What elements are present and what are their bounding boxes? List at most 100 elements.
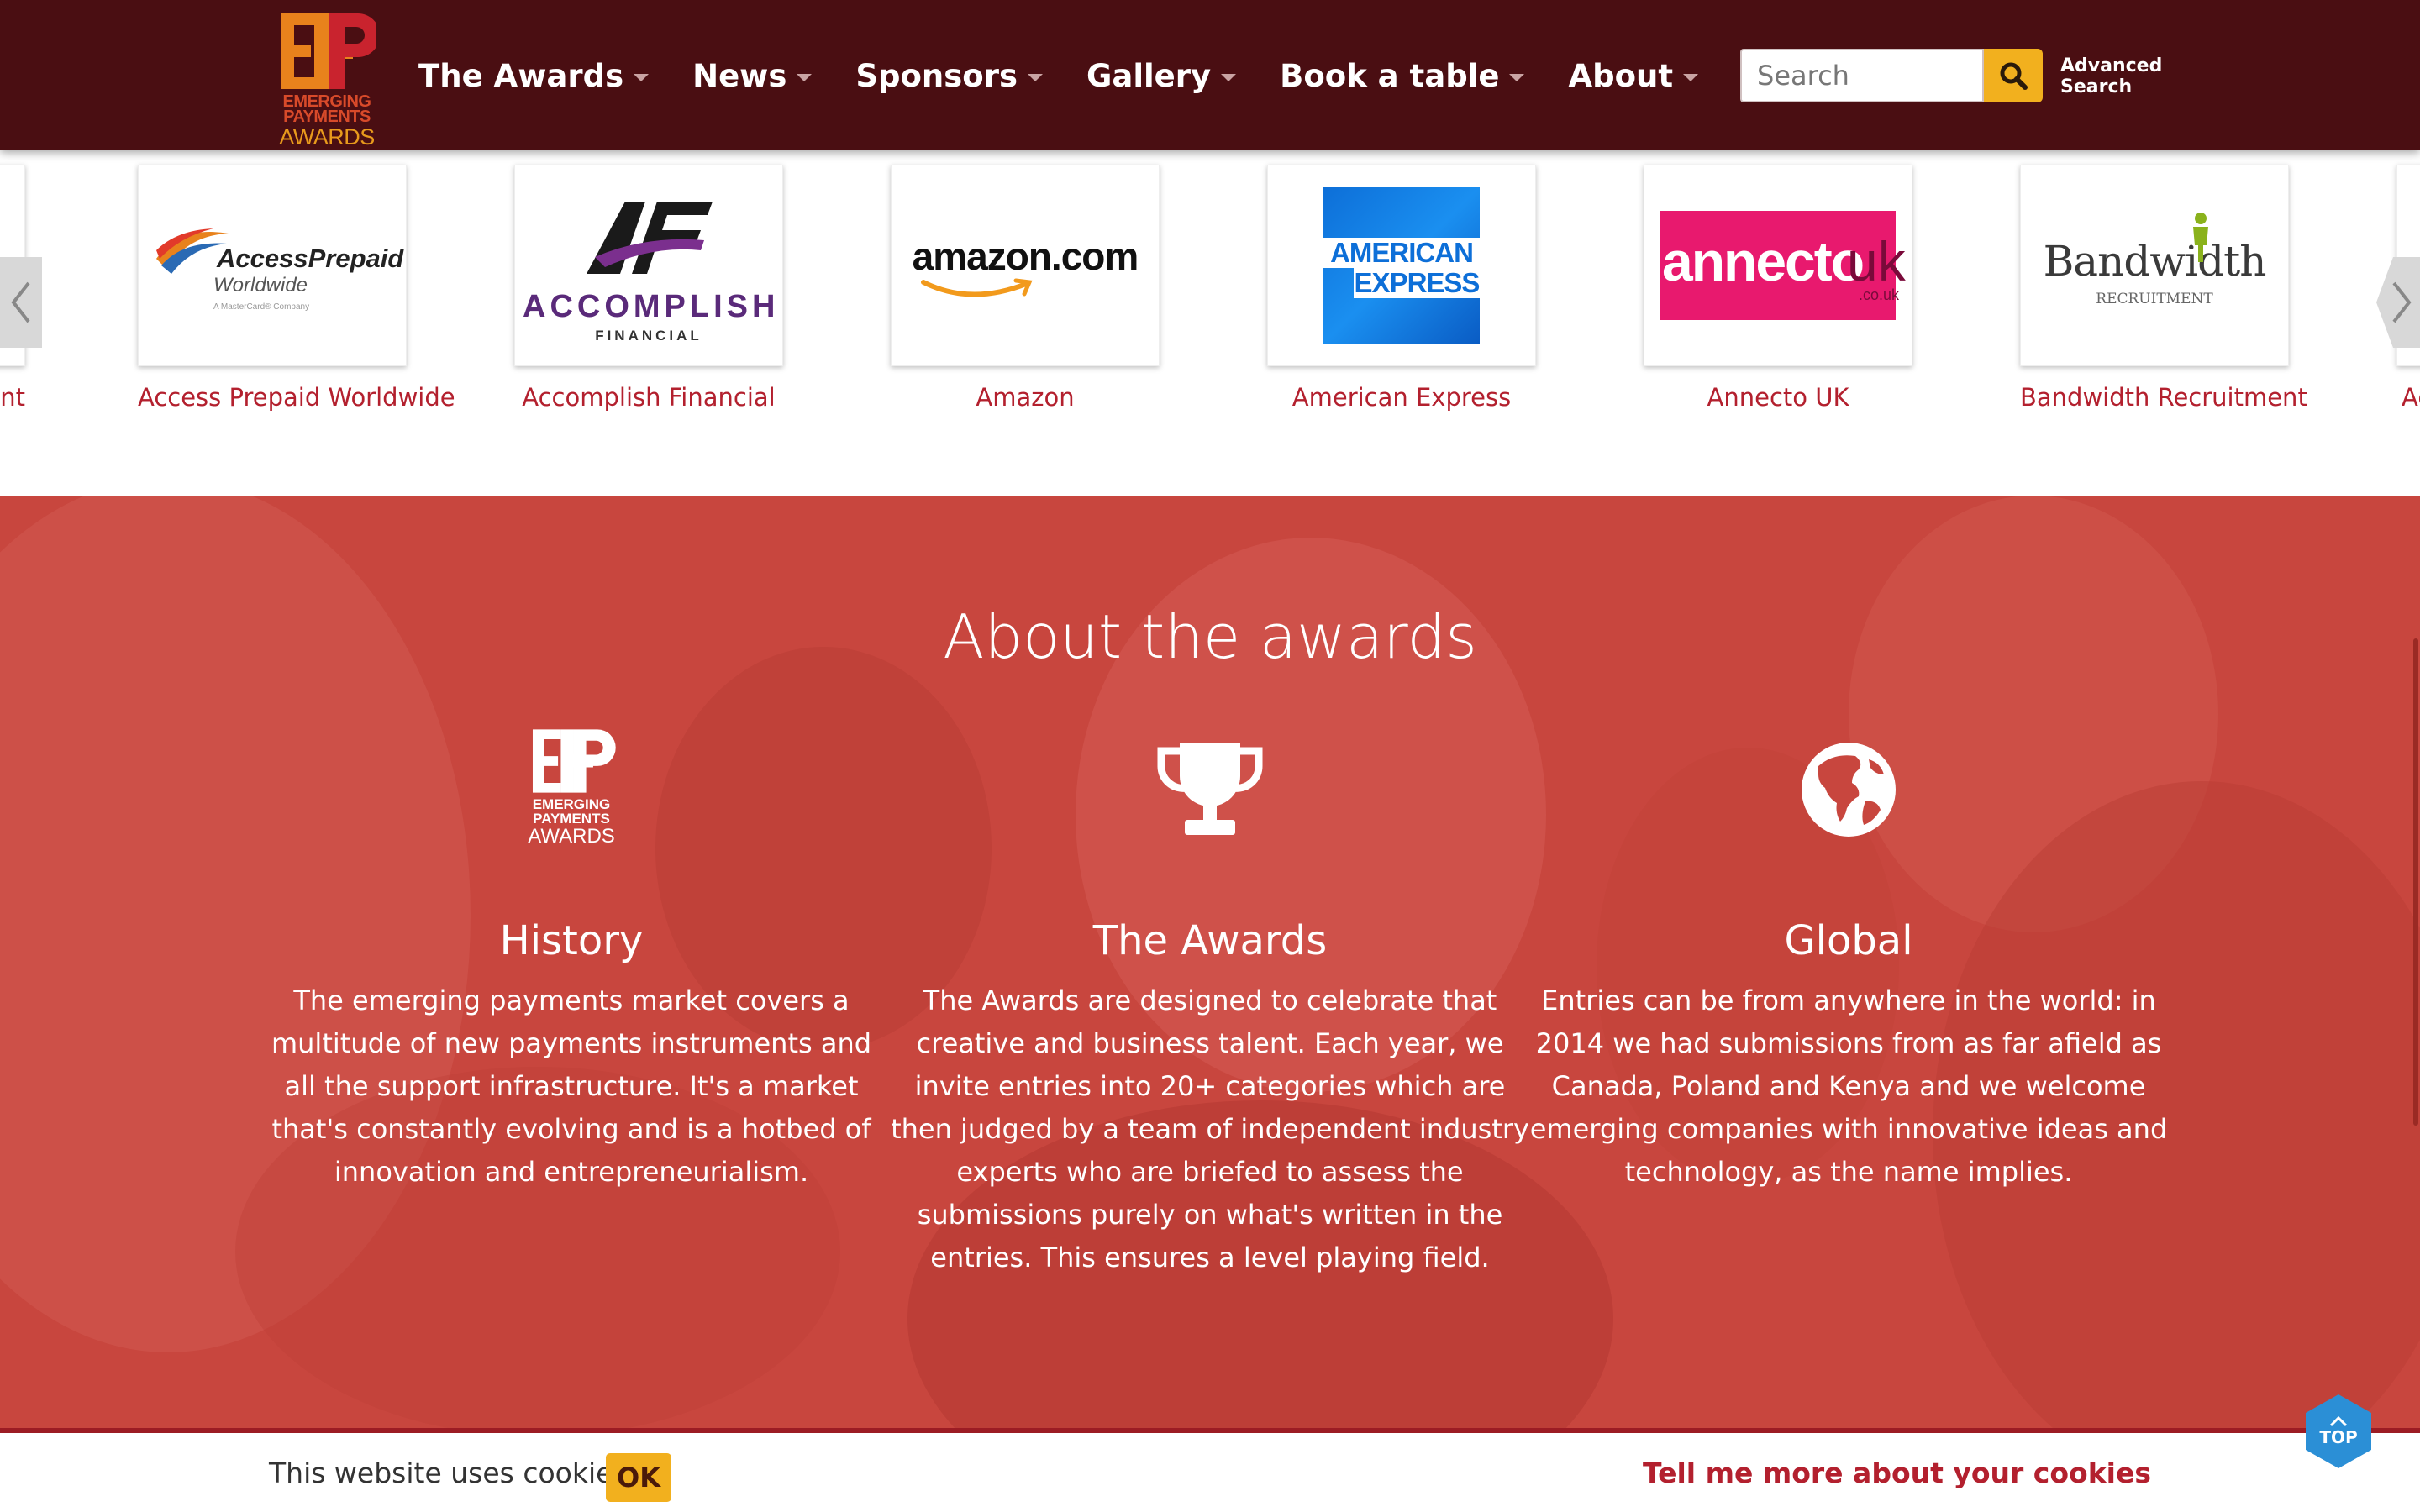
- carousel-prev-button[interactable]: [0, 257, 42, 348]
- chevron-down-icon: [1509, 73, 1525, 81]
- nav-item-book-a-table[interactable]: Book a table: [1280, 57, 1525, 94]
- site-logo[interactable]: EMERGING PAYMENTS AWARDS: [276, 8, 378, 149]
- nav-item-sponsors[interactable]: Sponsors: [855, 58, 1043, 94]
- about-column-global: Global Entries can be from anywhere in t…: [1529, 722, 2168, 1194]
- column-body: Entries can be from anywhere in the worl…: [1529, 984, 2168, 1188]
- sponsor-logo-card: AMERICAN EXPRESS: [1267, 165, 1536, 366]
- sponsor-access-prepaid[interactable]: AccessPrepaid Worldwide A MasterCard® Co…: [138, 165, 455, 412]
- nav-item-news[interactable]: News: [692, 57, 813, 94]
- chevron-left-icon: [11, 281, 30, 323]
- sponsor-accomplish-financial[interactable]: ACCOMPLISH FINANCIAL Accomplish Financia…: [514, 165, 783, 412]
- icon-line-awards: AWARDS: [528, 825, 615, 848]
- globe-icon-wrap: [1529, 722, 2168, 857]
- sponsor-logo-text: amazon.com: [912, 234, 1139, 278]
- sponsor-logo-text: AccessPrepaid: [217, 244, 404, 273]
- sponsor-logo-note: A MasterCard® Company: [213, 302, 310, 312]
- logo-line-awards: AWARDS: [279, 124, 375, 150]
- chevron-down-icon: [797, 73, 813, 81]
- sponsor-name: Amazon: [976, 383, 1075, 412]
- sponsor-logo-sub: FINANCIAL: [595, 328, 702, 344]
- column-body: The Awards are designed to celebrate tha…: [891, 984, 1529, 1273]
- amazon-smile-icon: [921, 278, 1033, 297]
- sponsor-bandwidth-recruitment[interactable]: Bandwidth RECRUITMENT Bandwidth Recruitm…: [2020, 165, 2307, 412]
- chevron-down-icon: [1221, 73, 1237, 81]
- sponsor-name: Acc: [2402, 383, 2420, 412]
- advanced-search-line1: Advanced: [2060, 55, 2163, 76]
- ep-awards-logo-icon: EMERGING PAYMENTS AWARDS: [252, 722, 891, 857]
- column-heading: Global: [1784, 917, 1913, 964]
- sponsor-amazon[interactable]: amazon.com Amazon: [891, 165, 1160, 412]
- chevron-down-icon: [634, 73, 650, 81]
- column-heading: History: [499, 917, 644, 964]
- nav-item-gallery[interactable]: Gallery: [1086, 57, 1237, 94]
- nav-item-about[interactable]: About: [1568, 57, 1699, 94]
- ep-logo-mark-white: [532, 729, 616, 793]
- sponsor-logo-text: AMERICAN: [1323, 238, 1480, 268]
- sponsor-name: Bandwidth Recruitment: [2020, 383, 2307, 412]
- cookie-message: This website uses cookies: [269, 1457, 628, 1489]
- sponsor-name: ent: [0, 383, 25, 412]
- icon-line-payments: PAYMENTS: [533, 811, 610, 827]
- back-to-top-label: TOP: [2319, 1427, 2358, 1447]
- chevron-up-icon: [2329, 1415, 2348, 1427]
- page-scrollbar[interactable]: [2413, 638, 2418, 1126]
- nav-label: About: [1568, 57, 1674, 94]
- about-column-history: EMERGING PAYMENTS AWARDS History The eme…: [252, 722, 891, 1194]
- sponsor-logo-sub: uk: [1847, 230, 1906, 292]
- nav-label: News: [692, 57, 787, 94]
- chevron-down-icon: [1683, 73, 1699, 81]
- trophy-icon: [1157, 743, 1263, 835]
- nav-item-the-awards[interactable]: The Awards: [418, 57, 650, 94]
- globe-icon: [1802, 743, 1896, 837]
- ep-logo-mark: [281, 13, 376, 89]
- about-section: About the awards EMERGING PAYMENTS AWARD…: [0, 496, 2420, 1436]
- sponsors-carousel: ent AccessPrepaid Worldwide A MasterCard…: [0, 150, 2420, 496]
- sponsor-american-express[interactable]: AMERICAN EXPRESS American Express: [1267, 165, 1536, 412]
- search-icon: [2000, 62, 2028, 90]
- nav-label: Sponsors: [855, 57, 1018, 94]
- sponsor-logo-card: Bandwidth RECRUITMENT: [2020, 165, 2289, 366]
- cookie-bar: This website uses cookies OK Tell me mor…: [0, 1428, 2420, 1512]
- cookie-info-link[interactable]: Tell me more about your cookies: [1643, 1457, 2151, 1489]
- carousel-next-button[interactable]: [2376, 257, 2420, 348]
- sponsor-logo-sub: Worldwide: [213, 274, 308, 297]
- sponsor-logo-text: annecto: [1662, 230, 1865, 292]
- chevron-right-icon: [2392, 281, 2412, 323]
- sponsor-logo-card: ACCOMPLISH FINANCIAL: [514, 165, 783, 366]
- sponsor-logo-card: annecto uk .co.uk: [1644, 165, 1912, 366]
- sponsor-logo-text: Bandwidth: [2043, 237, 2267, 286]
- logo-line-payments: PAYMENTS: [283, 108, 371, 126]
- main-nav: The Awards News Sponsors Gallery Book a …: [418, 50, 1742, 101]
- sponsor-logo-card: amazon.com: [891, 165, 1160, 366]
- trophy-icon-wrap: [891, 722, 1529, 857]
- amex-logo-box: AMERICAN EXPRESS: [1323, 187, 1480, 344]
- column-heading: The Awards: [1092, 917, 1328, 964]
- search-input[interactable]: [1740, 49, 1984, 102]
- nav-label: Gallery: [1086, 57, 1212, 94]
- accomplish-af-icon: [587, 202, 713, 274]
- sponsor-name: American Express: [1292, 383, 1512, 412]
- advanced-search-link[interactable]: Advanced Search: [2060, 55, 2162, 97]
- chevron-down-icon: [1027, 73, 1043, 81]
- column-body: The emerging payments market covers a mu…: [271, 984, 872, 1188]
- about-title: About the awards: [943, 601, 1477, 672]
- sponsor-logo-sub: EXPRESS: [1354, 267, 1480, 298]
- sponsor-logo-note: .co.uk: [1859, 286, 1900, 303]
- sponsor-name: Accomplish Financial: [522, 383, 776, 412]
- sponsor-annecto-uk[interactable]: annecto uk .co.uk Annecto UK: [1644, 165, 1912, 412]
- annecto-logo-box: annecto uk .co.uk: [1660, 211, 1906, 320]
- sponsor-name: Access Prepaid Worldwide: [138, 383, 455, 412]
- site-header: EMERGING PAYMENTS AWARDS The Awards News…: [0, 0, 2420, 150]
- sponsor-logo-sub: RECRUITMENT: [2096, 291, 2213, 307]
- sponsor-logo-text: ACCOMPLISH: [523, 289, 780, 324]
- about-column-the-awards: The Awards The Awards are designed to ce…: [891, 722, 1529, 1279]
- sponsor-logo-card: AccessPrepaid Worldwide A MasterCard® Co…: [138, 165, 407, 366]
- cookie-ok-button[interactable]: OK: [606, 1453, 671, 1502]
- search-button[interactable]: [1984, 49, 2043, 102]
- sponsor-name: Annecto UK: [1707, 383, 1849, 412]
- bandwidth-figure-icon: [2193, 213, 2208, 262]
- icon-line-emerging: EMERGING: [532, 796, 611, 812]
- nav-label: Book a table: [1280, 57, 1500, 94]
- nav-label: The Awards: [418, 57, 624, 94]
- advanced-search-line2: Search: [2060, 76, 2133, 97]
